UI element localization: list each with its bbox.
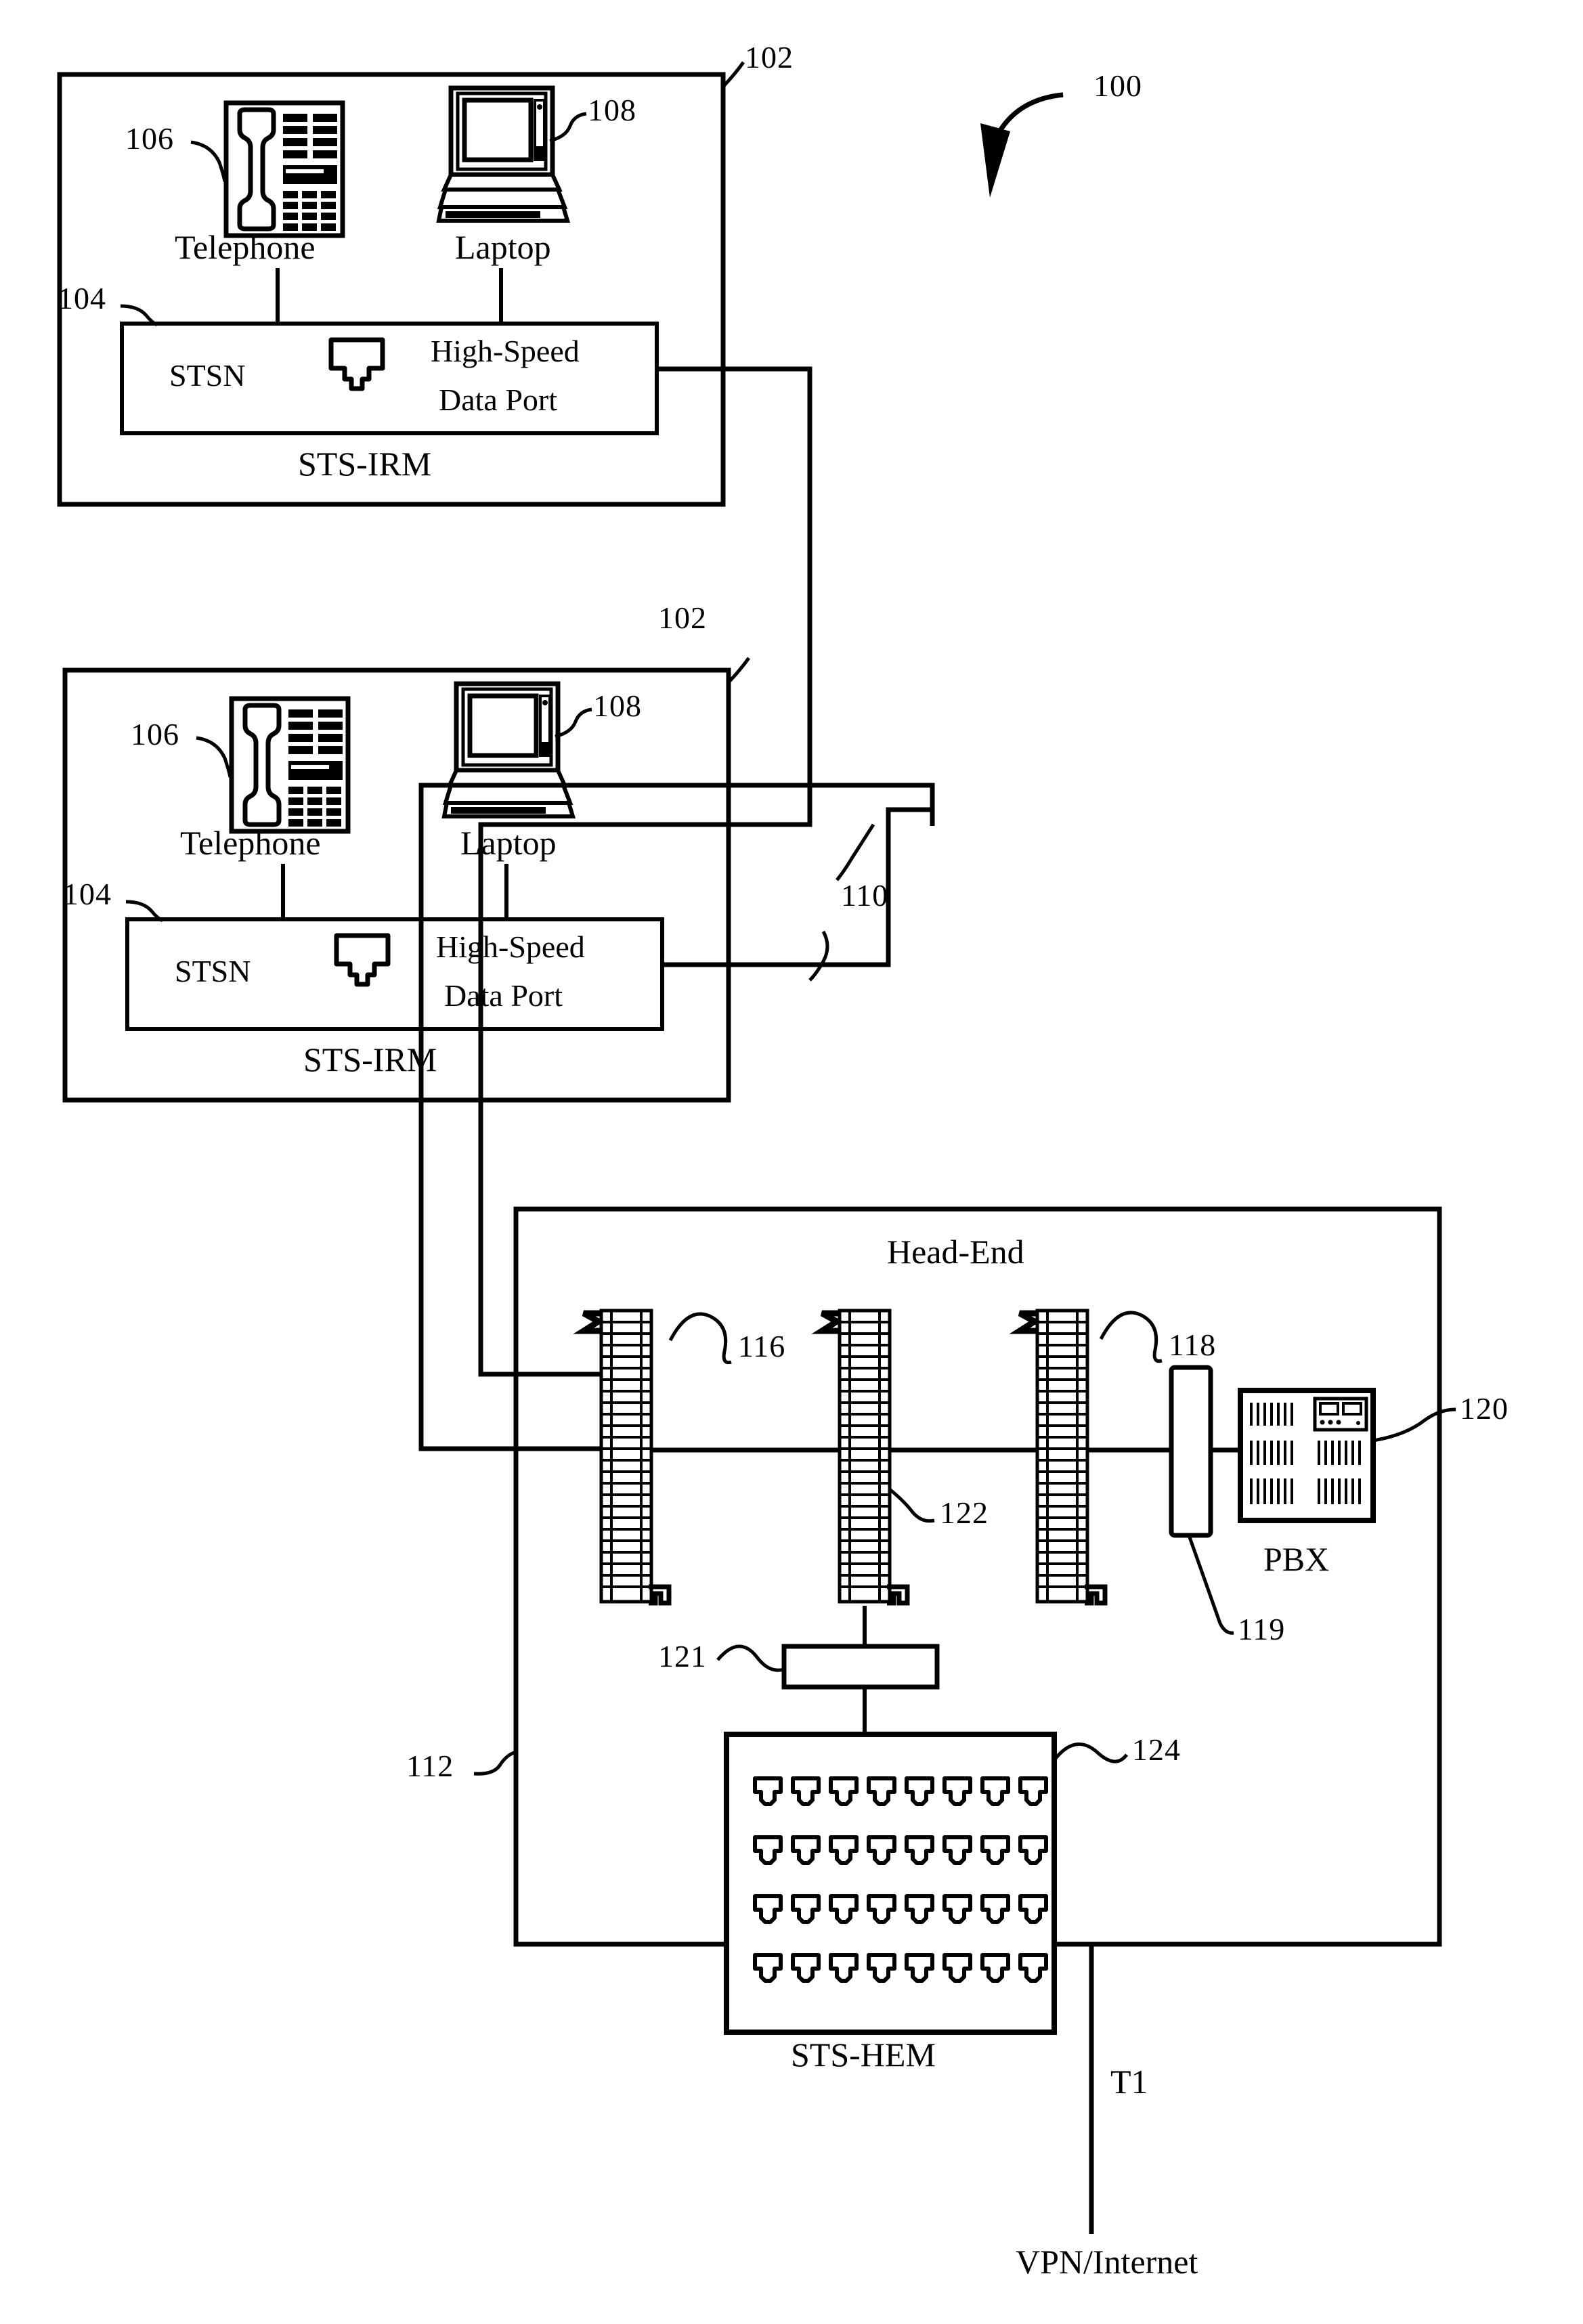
sts-irm-label-room1: STS-IRM <box>298 445 432 483</box>
figure-ref-arrow <box>980 92 1064 198</box>
ref-106-telephone-room2: 106 <box>131 717 179 751</box>
ref-108-laptop-room1: 108 <box>588 93 636 127</box>
ref-102-room1: 102 <box>745 40 794 74</box>
vpn-internet-label: VPN/Internet <box>1016 2243 1198 2281</box>
high-speed-line2-room2: Data Port <box>444 978 563 1013</box>
high-speed-line2-room1: Data Port <box>439 382 558 417</box>
telephone-label-room2: Telephone <box>180 824 321 862</box>
hem-group <box>716 1606 1129 2035</box>
ref-124-hem: 124 <box>1132 1732 1181 1767</box>
laptop-label-room2: Laptop <box>460 824 557 862</box>
high-speed-line1-room1: High-Speed <box>431 334 580 368</box>
high-speed-line1-room2: High-Speed <box>436 929 585 964</box>
ref-104-module-room2: 104 <box>63 877 112 911</box>
stsn-label-room1: STSN <box>169 358 246 393</box>
ref-108-laptop-room2: 108 <box>593 688 642 723</box>
ref-122-punch-block-2: 122 <box>940 1495 989 1530</box>
stsn-label-room2: STSN <box>175 954 251 988</box>
ref-119-interface-module: 119 <box>1238 1612 1286 1646</box>
ref-106-telephone-room1: 106 <box>125 121 174 156</box>
punch-block-group <box>584 1311 1240 1603</box>
ref-120-pbx: 120 <box>1460 1391 1509 1426</box>
figure-ref-100: 100 <box>1093 68 1142 103</box>
pbx-label: PBX <box>1263 1540 1330 1578</box>
telephone-label-room1: Telephone <box>175 228 316 266</box>
ref-102-room2: 102 <box>658 600 707 635</box>
ref-118-punch-block-3: 118 <box>1169 1328 1217 1362</box>
ref-104-module-room1: 104 <box>58 281 106 315</box>
ref-110-riser: 110 <box>841 878 889 913</box>
patent-figure-page: 100 102 106 108 Telephone Laptop 104 STS… <box>0 0 1583 2324</box>
diagram-canvas <box>57 61 1456 2234</box>
ref-116-punch-block-1: 116 <box>738 1329 786 1363</box>
ref-121-connector-bar: 121 <box>658 1639 707 1673</box>
t1-label: T1 <box>1110 2063 1148 2101</box>
head-end-label: Head-End <box>887 1233 1024 1271</box>
sts-hem-label: STS-HEM <box>791 2036 936 2074</box>
sts-irm-label-room2: STS-IRM <box>303 1040 437 1078</box>
pbx-unit <box>1240 1390 1456 1520</box>
ref-112-head-end: 112 <box>406 1749 454 1783</box>
laptop-label-room1: Laptop <box>455 228 551 266</box>
interface-module-119 <box>1169 1365 1234 1635</box>
